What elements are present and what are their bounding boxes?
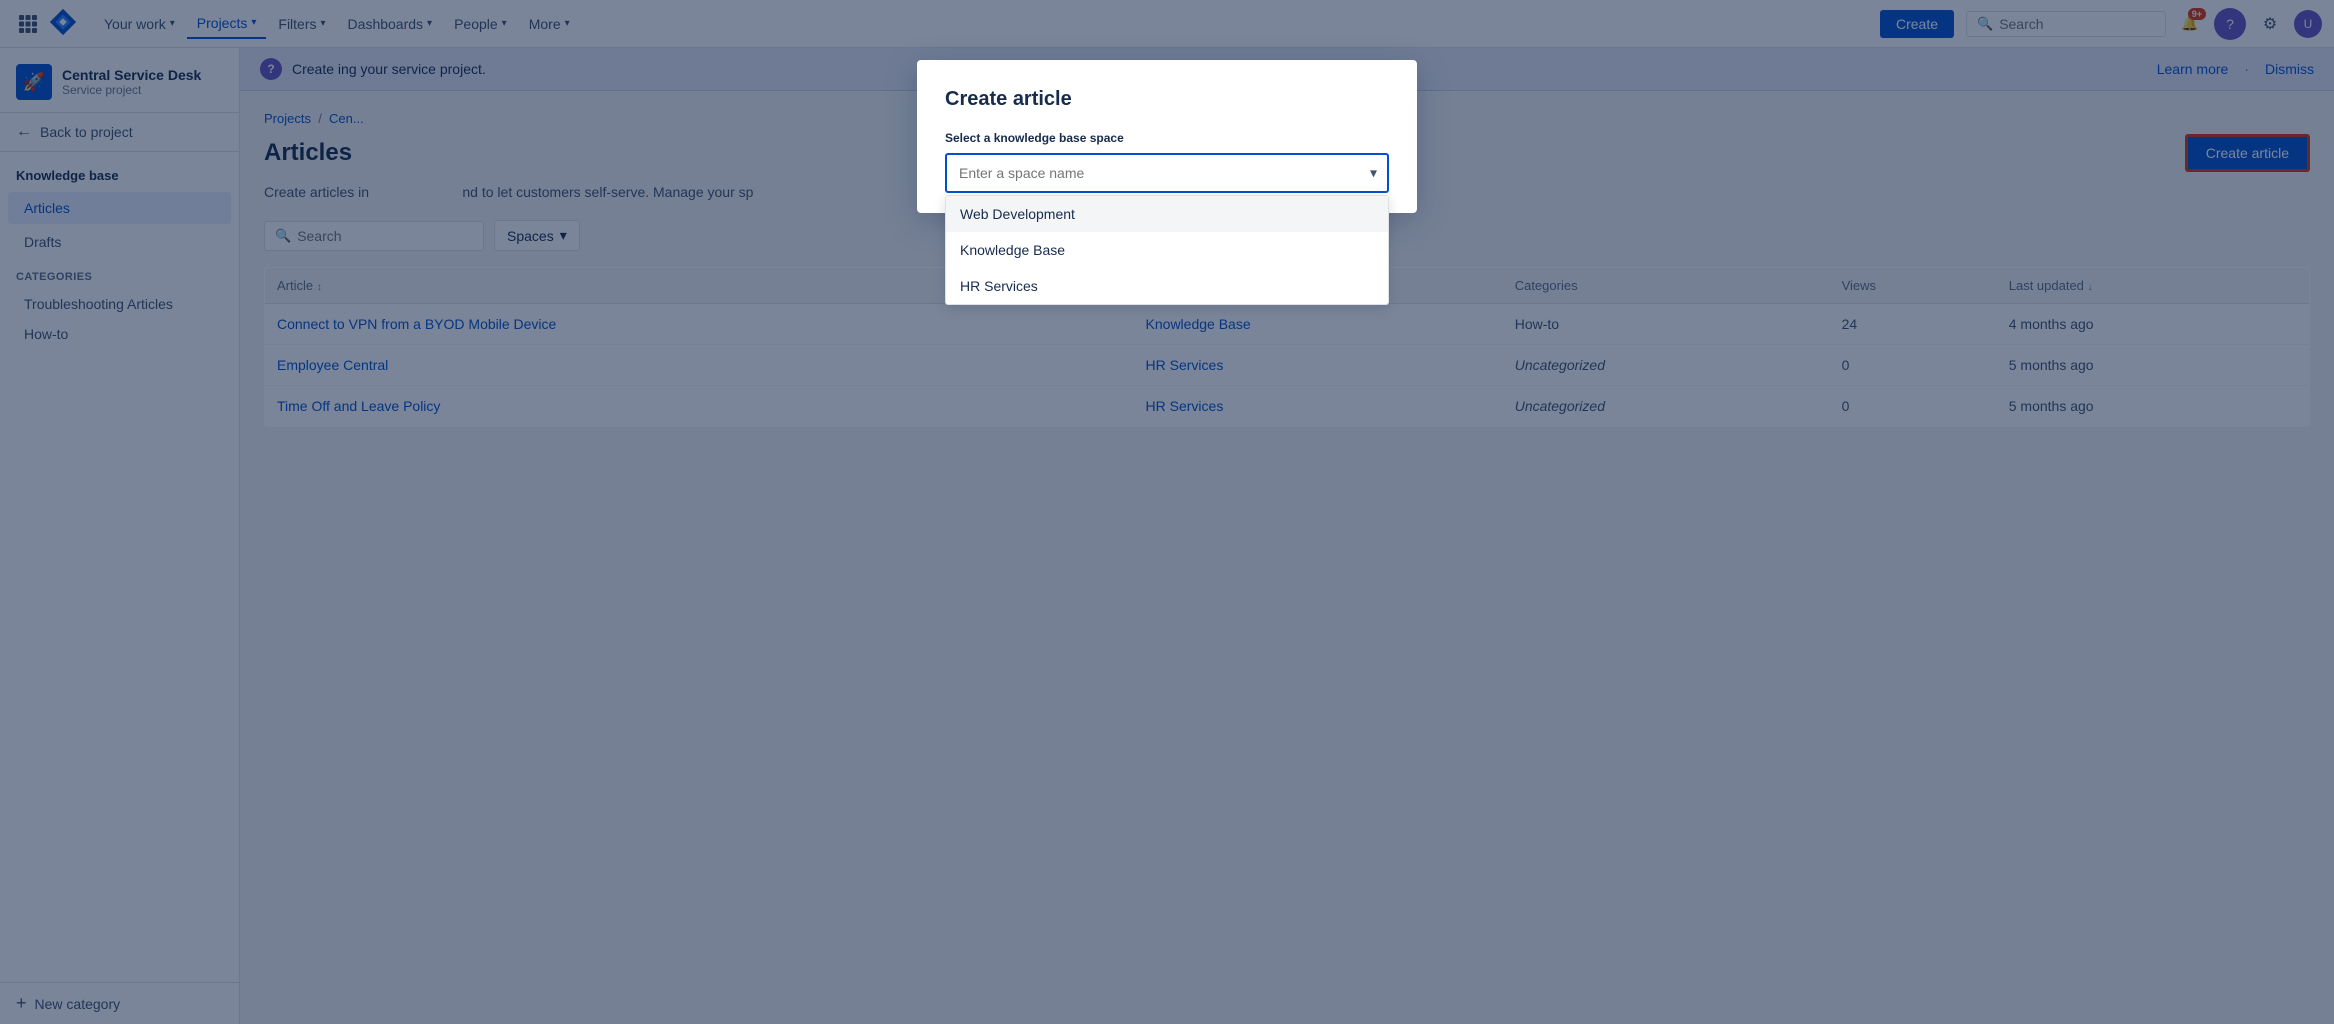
modal-select-label: Select a knowledge base space <box>945 131 1389 145</box>
modal-overlay[interactable]: Create article Select a knowledge base s… <box>0 0 2334 1024</box>
dropdown-item-knowledge-base[interactable]: Knowledge Base <box>946 232 1388 268</box>
dropdown-item-hr-services[interactable]: HR Services <box>946 268 1388 304</box>
dropdown-item-web-development[interactable]: Web Development <box>946 196 1388 232</box>
space-name-input[interactable] <box>945 153 1389 193</box>
space-dropdown: Web Development Knowledge Base HR Servic… <box>945 195 1389 305</box>
modal-select-wrapper: ▾ Web Development Knowledge Base HR Serv… <box>945 153 1389 193</box>
create-article-modal: Create article Select a knowledge base s… <box>917 60 1417 213</box>
modal-title: Create article <box>945 88 1389 111</box>
